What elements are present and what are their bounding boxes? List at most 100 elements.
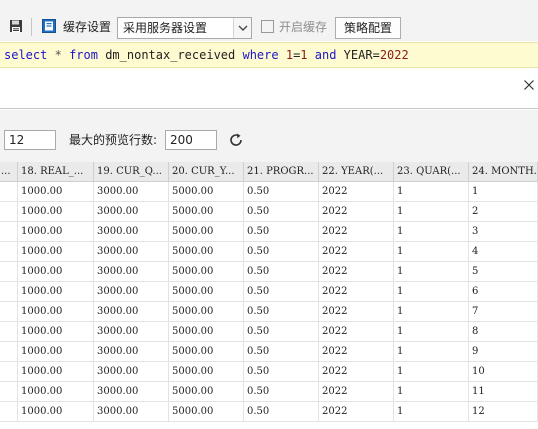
table-cell[interactable]: 3000.00 — [94, 322, 169, 342]
table-cell[interactable]: 5000.00 — [169, 382, 244, 402]
table-cell[interactable]: 3000.00 — [94, 182, 169, 202]
table-cell[interactable]: 1 — [394, 202, 469, 222]
table-cell[interactable]: 2 — [469, 202, 538, 222]
table-cell[interactable]: 2022 — [319, 202, 394, 222]
table-row[interactable]: 1000.00 3000.00 5000.00 0.50 2022 1 3 — [0, 222, 538, 242]
table-cell[interactable]: 11 — [469, 382, 538, 402]
table-cell[interactable]: 12 — [469, 402, 538, 422]
table-cell[interactable]: 1000.00 — [18, 222, 94, 242]
table-cell[interactable]: 0.50 — [244, 202, 319, 222]
row-limit-input[interactable]: 12 — [4, 130, 56, 150]
column-header-partial[interactable]: ... — [0, 162, 18, 182]
table-cell[interactable]: 1000.00 — [18, 262, 94, 282]
column-header[interactable]: 22. YEAR(... — [319, 162, 394, 182]
table-cell[interactable]: 9 — [469, 342, 538, 362]
table-cell[interactable]: 0.50 — [244, 382, 319, 402]
table-row[interactable]: 1000.00 3000.00 5000.00 0.50 2022 1 5 — [0, 262, 538, 282]
column-header[interactable]: 23. QUAR(... — [394, 162, 469, 182]
table-cell[interactable]: 0.50 — [244, 302, 319, 322]
table-cell[interactable]: 3000.00 — [94, 222, 169, 242]
result-grid[interactable]: ... 18. REAL_... 19. CUR_Q... 20. CUR_Y...… — [0, 162, 538, 429]
column-header[interactable]: 20. CUR_Y... — [169, 162, 244, 182]
table-cell[interactable]: 2022 — [319, 362, 394, 382]
column-header[interactable]: 19. CUR_Q... — [94, 162, 169, 182]
table-cell[interactable]: 0.50 — [244, 282, 319, 302]
column-header[interactable]: 24. MONTH... — [469, 162, 538, 182]
close-icon[interactable] — [523, 79, 535, 91]
table-cell[interactable]: 1 — [394, 302, 469, 322]
table-cell[interactable]: 1000.00 — [18, 182, 94, 202]
table-cell[interactable]: 1 — [394, 382, 469, 402]
table-row[interactable]: 1000.00 3000.00 5000.00 0.50 2022 1 1 — [0, 182, 538, 202]
table-cell[interactable]: 5000.00 — [169, 242, 244, 262]
table-cell[interactable]: 1 — [394, 402, 469, 422]
table-cell[interactable]: 2022 — [319, 322, 394, 342]
cache-mode-select[interactable]: 采用服务器设置 — [117, 17, 252, 39]
table-cell[interactable]: 1000.00 — [18, 342, 94, 362]
floppy-disk-icon[interactable] — [9, 19, 23, 33]
table-cell[interactable]: 5000.00 — [169, 262, 244, 282]
table-cell[interactable]: 3000.00 — [94, 362, 169, 382]
table-cell[interactable]: 2022 — [319, 342, 394, 362]
table-cell[interactable]: 2022 — [319, 282, 394, 302]
strategy-config-button[interactable]: 策略配置 — [335, 17, 401, 39]
table-cell[interactable]: 1000.00 — [18, 242, 94, 262]
refresh-icon[interactable] — [228, 132, 244, 148]
table-row[interactable]: 1000.00 3000.00 5000.00 0.50 2022 1 9 — [0, 342, 538, 362]
table-cell[interactable]: 0.50 — [244, 342, 319, 362]
sql-editor-line[interactable]: select * from dm_nontax_received where 1… — [0, 42, 538, 68]
table-cell[interactable]: 1 — [394, 182, 469, 202]
table-cell[interactable]: 1000.00 — [18, 362, 94, 382]
table-cell[interactable]: 1000.00 — [18, 302, 94, 322]
table-cell[interactable]: 0.50 — [244, 242, 319, 262]
table-cell[interactable]: 8 — [469, 322, 538, 342]
table-cell[interactable]: 1000.00 — [18, 282, 94, 302]
table-row[interactable]: 1000.00 3000.00 5000.00 0.50 2022 1 2 — [0, 202, 538, 222]
max-preview-rows-input[interactable]: 200 — [165, 130, 217, 150]
table-row[interactable]: 1000.00 3000.00 5000.00 0.50 2022 1 8 — [0, 322, 538, 342]
table-cell[interactable]: 4 — [469, 242, 538, 262]
table-cell[interactable]: 1 — [394, 342, 469, 362]
table-cell[interactable]: 5 — [469, 262, 538, 282]
table-cell[interactable]: 6 — [469, 282, 538, 302]
table-cell[interactable]: 2022 — [319, 402, 394, 422]
table-cell[interactable]: 5000.00 — [169, 362, 244, 382]
table-cell[interactable]: 5000.00 — [169, 182, 244, 202]
table-cell[interactable]: 1000.00 — [18, 382, 94, 402]
table-cell[interactable]: 0.50 — [244, 322, 319, 342]
column-header[interactable]: 18. REAL_... — [18, 162, 94, 182]
table-cell[interactable]: 5000.00 — [169, 282, 244, 302]
table-cell[interactable]: 1 — [469, 182, 538, 202]
table-row[interactable]: 1000.00 3000.00 5000.00 0.50 2022 1 12 — [0, 402, 538, 422]
table-cell[interactable]: 1 — [394, 222, 469, 242]
table-cell[interactable]: 3 — [469, 222, 538, 242]
table-cell[interactable]: 1000.00 — [18, 402, 94, 422]
table-cell[interactable]: 5000.00 — [169, 402, 244, 422]
table-cell[interactable]: 2022 — [319, 242, 394, 262]
table-cell[interactable]: 2022 — [319, 182, 394, 202]
table-row[interactable]: 1000.00 3000.00 5000.00 0.50 2022 1 10 — [0, 362, 538, 382]
dropdown-arrow[interactable] — [233, 18, 251, 38]
table-cell[interactable]: 3000.00 — [94, 342, 169, 362]
table-cell[interactable]: 5000.00 — [169, 322, 244, 342]
table-cell[interactable]: 5000.00 — [169, 222, 244, 242]
table-cell[interactable]: 0.50 — [244, 262, 319, 282]
table-cell[interactable]: 5000.00 — [169, 302, 244, 322]
table-cell[interactable]: 7 — [469, 302, 538, 322]
table-row[interactable]: 1000.00 3000.00 5000.00 0.50 2022 1 6 — [0, 282, 538, 302]
table-cell[interactable]: 10 — [469, 362, 538, 382]
table-cell[interactable]: 3000.00 — [94, 302, 169, 322]
table-cell[interactable]: 5000.00 — [169, 342, 244, 362]
table-cell[interactable]: 0.50 — [244, 182, 319, 202]
table-row[interactable]: 1000.00 3000.00 5000.00 0.50 2022 1 11 — [0, 382, 538, 402]
table-cell[interactable]: 1 — [394, 322, 469, 342]
table-cell[interactable]: 1000.00 — [18, 322, 94, 342]
table-cell[interactable]: 3000.00 — [94, 382, 169, 402]
table-cell[interactable]: 1 — [394, 282, 469, 302]
table-cell[interactable]: 5000.00 — [169, 202, 244, 222]
table-cell[interactable]: 0.50 — [244, 362, 319, 382]
table-cell[interactable]: 0.50 — [244, 402, 319, 422]
table-row[interactable]: 1000.00 3000.00 5000.00 0.50 2022 1 7 — [0, 302, 538, 322]
table-cell[interactable]: 1 — [394, 242, 469, 262]
table-cell[interactable]: 1000.00 — [18, 202, 94, 222]
